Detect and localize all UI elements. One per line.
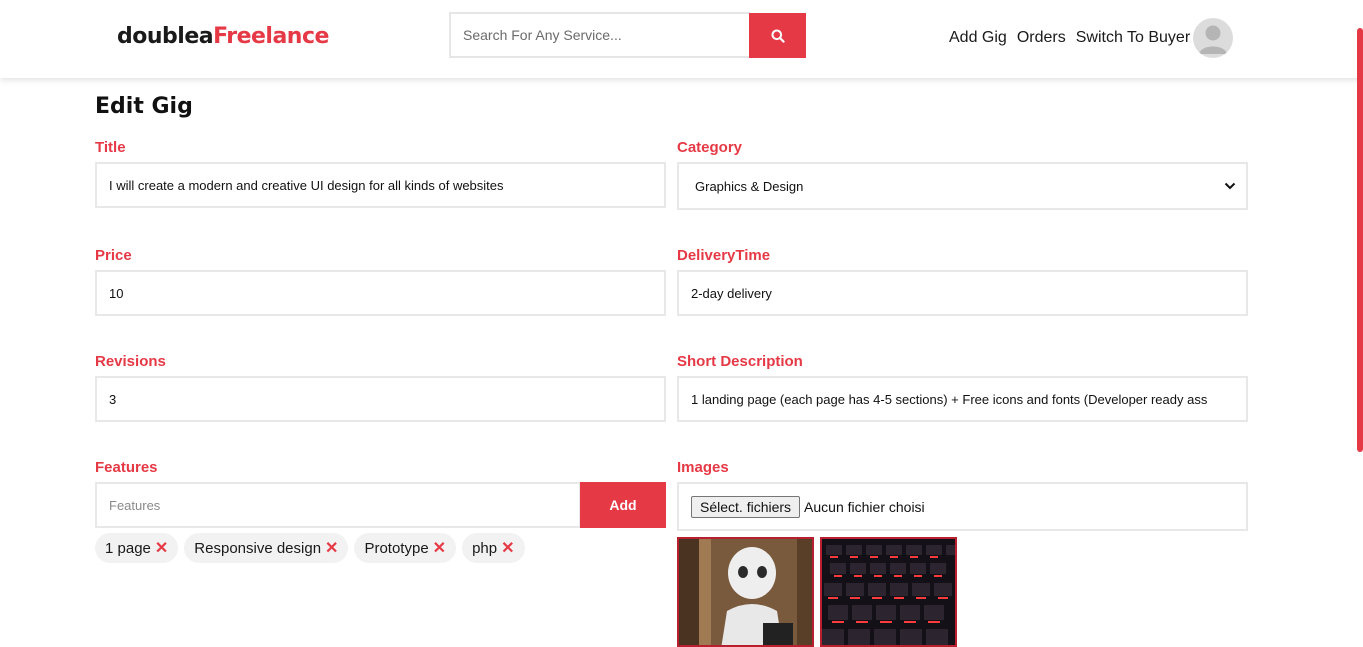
- navbar: doubleaFreelance Add Gig Orders Switch T…: [0, 0, 1363, 78]
- logo-accent: Freelance: [213, 24, 329, 49]
- feature-tag-label: Prototype: [364, 539, 429, 557]
- add-feature-button[interactable]: Add: [580, 482, 666, 528]
- feature-tag-label: Responsive design: [194, 539, 322, 557]
- price-field[interactable]: [95, 270, 666, 316]
- delivery-time-field[interactable]: [677, 270, 1248, 316]
- title-input[interactable]: [109, 177, 652, 193]
- short-description-input[interactable]: [691, 391, 1234, 407]
- search-input[interactable]: [449, 12, 750, 58]
- feature-tag-label: 1 page: [105, 539, 151, 557]
- features-input[interactable]: [109, 497, 567, 513]
- choose-files-button[interactable]: Sélect. fichiers: [691, 495, 801, 518]
- remove-feature-icon[interactable]: ✕: [155, 538, 168, 558]
- price-label: Price: [95, 247, 132, 264]
- images-file-input[interactable]: Sélect. fichiers Aucun fichier choisi: [677, 482, 1248, 531]
- chevron-down-icon: [1224, 182, 1236, 190]
- search-icon: [771, 29, 785, 43]
- remove-feature-icon[interactable]: ✕: [501, 538, 514, 558]
- nav-links: Add Gig Orders Switch To Buyer: [949, 29, 1190, 47]
- feature-tags: 1 page ✕ Responsive design ✕ Prototype ✕…: [95, 533, 525, 563]
- avatar[interactable]: [1193, 18, 1233, 58]
- category-selected-value: Graphics & Design: [695, 178, 804, 194]
- category-label: Category: [677, 139, 743, 156]
- feature-tag: 1 page ✕: [95, 533, 179, 563]
- features-field[interactable]: [95, 482, 581, 528]
- feature-tag: Prototype ✕: [354, 533, 457, 563]
- brand-logo[interactable]: doubleaFreelance: [117, 24, 329, 49]
- short-description-label: Short Description: [677, 353, 803, 370]
- images-label: Images: [677, 459, 729, 476]
- nav-switch-to-buyer[interactable]: Switch To Buyer: [1076, 29, 1190, 47]
- delivery-time-input[interactable]: [691, 285, 1234, 301]
- price-input[interactable]: [109, 285, 652, 301]
- scrollbar[interactable]: [1357, 28, 1363, 452]
- image-thumbnail-keyboard[interactable]: [820, 537, 957, 647]
- title-label: Title: [95, 139, 126, 156]
- remove-feature-icon[interactable]: ✕: [325, 538, 338, 558]
- keyboard-photo-image: [822, 539, 955, 645]
- logo-main: doublea: [117, 24, 214, 49]
- delivery-time-label: DeliveryTime: [677, 247, 771, 264]
- feature-tag-label: php: [472, 539, 498, 557]
- feature-tag: php ✕: [462, 533, 525, 563]
- user-avatar-icon: [1199, 25, 1227, 54]
- nav-orders[interactable]: Orders: [1017, 29, 1066, 47]
- revisions-field[interactable]: [95, 376, 666, 422]
- search-button[interactable]: [749, 13, 806, 58]
- file-status-text: Aucun fichier choisi: [804, 498, 925, 515]
- nav-add-gig[interactable]: Add Gig: [949, 29, 1007, 47]
- feature-tag: Responsive design ✕: [184, 533, 349, 563]
- short-description-field[interactable]: [677, 376, 1248, 422]
- title-field[interactable]: [95, 162, 666, 208]
- page-title: Edit Gig: [95, 94, 193, 119]
- remove-feature-icon[interactable]: ✕: [433, 538, 446, 558]
- revisions-label: Revisions: [95, 353, 166, 370]
- revisions-input[interactable]: [109, 391, 652, 407]
- category-select[interactable]: Graphics & Design: [677, 162, 1248, 210]
- robot-photo-image: [679, 539, 812, 645]
- image-thumbnail-robot[interactable]: [677, 537, 814, 647]
- features-label: Features: [95, 459, 158, 476]
